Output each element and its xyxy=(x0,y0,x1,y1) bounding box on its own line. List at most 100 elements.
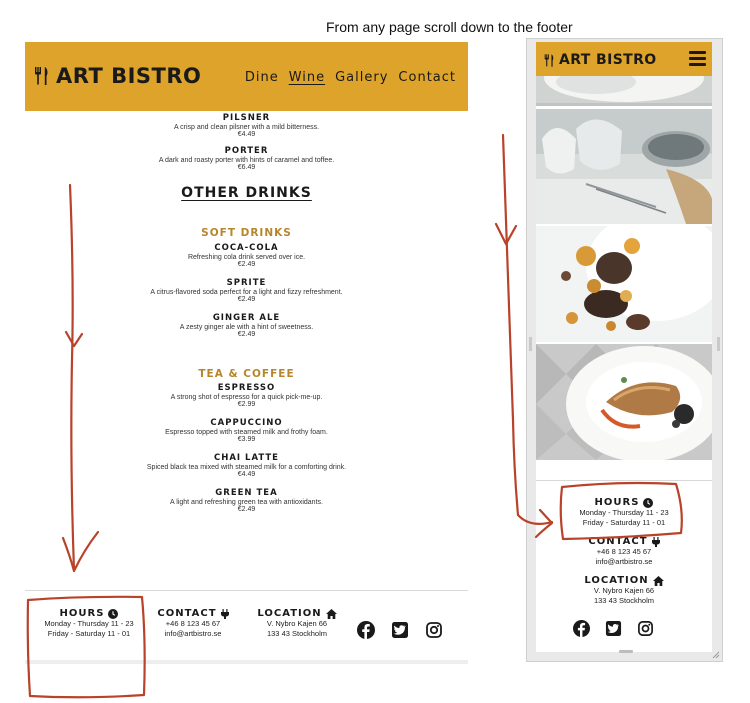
item-name: GREEN TEA xyxy=(215,488,278,498)
home-icon xyxy=(325,608,337,619)
location-street: V. Nybro Kajen 66 xyxy=(266,619,328,628)
nav-contact[interactable]: Contact xyxy=(398,70,456,85)
item-name: ESPRESSO xyxy=(217,383,276,393)
brand-name: ART BISTRO xyxy=(56,64,202,88)
item-price: €4.49 xyxy=(237,471,256,478)
menu-item: CHAI LATTE Spiced black tea mixed with s… xyxy=(25,453,468,478)
hours-title: HOURS xyxy=(59,608,105,619)
nav-dine[interactable]: Dine xyxy=(245,70,279,85)
item-name: SPRITE xyxy=(226,278,267,288)
location-city: 133 43 Stockholm xyxy=(593,596,655,605)
item-price: €2.49 xyxy=(237,296,256,303)
site-footer: HOURS Monday - Thursday 11 - 23 Friday -… xyxy=(25,608,468,660)
desktop-screenshot: ART BISTRO Dine Wine Gallery Contact PIL… xyxy=(25,42,468,664)
home-icon xyxy=(652,575,664,586)
plug-icon xyxy=(651,536,660,547)
category-heading: SOFT DRINKS xyxy=(201,227,292,239)
footer-contact: CONTACT +46 8 123 45 67 info@artbistro.s… xyxy=(153,608,233,639)
footer-bottom-bar xyxy=(25,660,468,664)
menu-item: CAPPUCCINO Espresso topped with steamed … xyxy=(25,418,468,443)
item-name: CAPPUCCINO xyxy=(210,418,283,428)
contact-email[interactable]: info@artbistro.se xyxy=(536,557,712,567)
item-name: GINGER ALE xyxy=(212,313,281,323)
contact-email[interactable]: info@artbistro.se xyxy=(153,629,233,639)
item-description: Espresso topped with steamed milk and fr… xyxy=(165,429,328,436)
contact-title: CONTACT xyxy=(157,608,217,619)
contact-title: CONTACT xyxy=(588,536,648,547)
menu-item: GREEN TEA A light and refreshing green t… xyxy=(25,488,468,513)
gallery-photo-dessert xyxy=(536,226,712,342)
item-description: Spiced black tea mixed with steamed milk… xyxy=(146,464,347,471)
mobile-viewport: ART BISTRO HOURS Monday - Thursday 11 - … xyxy=(536,42,712,652)
item-description: A light and refreshing green tea with an… xyxy=(170,499,323,506)
footer-hours: HOURS Monday - Thursday 11 - 23 Friday -… xyxy=(29,608,149,639)
item-price: €6.49 xyxy=(237,164,256,171)
item-description: A crisp and clean pilsner with a mild bi… xyxy=(173,124,320,131)
facebook-icon[interactable] xyxy=(573,620,590,637)
drinks-menu: PILSNER A crisp and clean pilsner with a… xyxy=(25,111,468,523)
nav-gallery[interactable]: Gallery xyxy=(335,70,388,85)
mobile-screenshot: ART BISTRO HOURS Monday - Thursday 11 - … xyxy=(526,38,723,662)
menu-item: PILSNER A crisp and clean pilsner with a… xyxy=(25,113,468,138)
facebook-icon[interactable] xyxy=(357,621,375,639)
item-name: PILSNER xyxy=(222,113,271,123)
location-title: LOCATION xyxy=(584,575,649,586)
contact-phone[interactable]: +46 8 123 45 67 xyxy=(536,547,712,557)
item-price: €2.99 xyxy=(237,401,256,408)
resize-corner-icon[interactable] xyxy=(712,651,720,659)
instruction-caption: From any page scroll down to the footer xyxy=(326,19,573,35)
footer-location: LOCATION V. Nybro Kajen 66 133 43 Stockh… xyxy=(247,608,347,639)
footer-divider xyxy=(25,590,468,591)
footer-divider xyxy=(536,480,712,481)
site-header: ART BISTRO Dine Wine Gallery Contact xyxy=(25,42,468,111)
menu-item: PORTER A dark and roasty porter with hin… xyxy=(25,146,468,171)
menu-item: COCA-COLA Refreshing cola drink served o… xyxy=(25,243,468,268)
site-logo[interactable]: ART BISTRO xyxy=(544,52,657,68)
clock-icon xyxy=(108,608,119,619)
utensils-icon xyxy=(35,67,48,85)
footer-hours: HOURS Monday - Thursday 11 - 23 Friday -… xyxy=(536,497,712,528)
hours-title: HOURS xyxy=(594,497,640,508)
brand-name: ART BISTRO xyxy=(559,52,657,68)
item-name: PORTER xyxy=(224,146,269,156)
hamburger-menu-icon[interactable] xyxy=(689,51,706,66)
utensils-icon xyxy=(544,53,554,67)
item-description: A strong shot of espresso for a quick pi… xyxy=(170,394,323,401)
item-price: €4.49 xyxy=(237,131,256,138)
scroll-handle[interactable] xyxy=(619,650,633,653)
item-price: €3.99 xyxy=(237,436,256,443)
menu-item: ESPRESSO A strong shot of espresso for a… xyxy=(25,383,468,408)
item-description: Refreshing cola drink served over ice. xyxy=(187,254,306,261)
social-links xyxy=(357,621,443,639)
gallery-photo-fish xyxy=(536,344,712,460)
item-name: COCA-COLA xyxy=(214,243,279,253)
site-logo[interactable]: ART BISTRO xyxy=(34,64,201,88)
contact-phone[interactable]: +46 8 123 45 67 xyxy=(153,619,233,629)
footer-contact: CONTACT +46 8 123 45 67 info@artbistro.s… xyxy=(536,536,712,567)
resize-handle[interactable] xyxy=(717,337,720,351)
twitter-icon[interactable] xyxy=(391,621,409,639)
clock-icon xyxy=(643,497,654,508)
nav-wine[interactable]: Wine xyxy=(289,70,325,85)
instagram-icon[interactable] xyxy=(637,620,654,637)
menu-item: GINGER ALE A zesty ginger ale with a hin… xyxy=(25,313,468,338)
item-name: CHAI LATTE xyxy=(214,453,279,463)
hours-weekend: Friday - Saturday 11 - 01 xyxy=(582,518,666,527)
social-links xyxy=(573,620,654,637)
plug-icon xyxy=(220,608,229,619)
twitter-icon[interactable] xyxy=(605,620,622,637)
mobile-footer: HOURS Monday - Thursday 11 - 23 Friday -… xyxy=(536,497,712,614)
item-price: €2.49 xyxy=(237,331,256,338)
location-title: LOCATION xyxy=(257,608,322,619)
instagram-icon[interactable] xyxy=(425,621,443,639)
gallery-photo-plate xyxy=(536,76,712,106)
hours-weekday: Monday - Thursday 11 - 23 xyxy=(579,508,669,517)
item-description: A citrus-flavored soda perfect for a lig… xyxy=(150,289,343,296)
hours-weekend: Friday - Saturday 11 - 01 xyxy=(47,629,131,638)
resize-handle[interactable] xyxy=(529,337,532,351)
item-price: €2.49 xyxy=(237,506,256,513)
footer-location: LOCATION V. Nybro Kajen 66 133 43 Stockh… xyxy=(536,575,712,606)
menu-item: SPRITE A citrus-flavored soda perfect fo… xyxy=(25,278,468,303)
item-description: A dark and roasty porter with hints of c… xyxy=(158,157,335,164)
gallery-photo-table-setting xyxy=(536,109,712,224)
